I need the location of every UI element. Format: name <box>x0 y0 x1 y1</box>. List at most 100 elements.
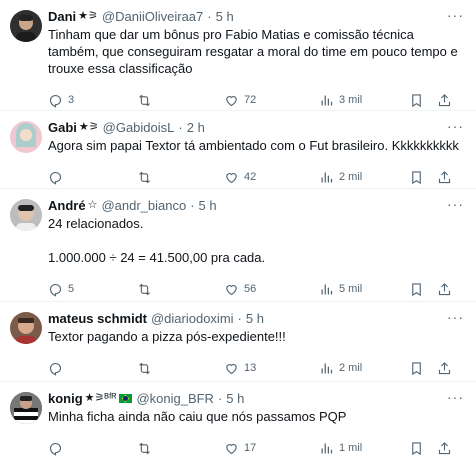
more-options-icon[interactable]: ··· <box>447 197 464 211</box>
bookmark-icon <box>412 361 421 375</box>
timestamp[interactable]: 5 h <box>246 310 264 327</box>
heart-icon <box>226 363 237 374</box>
like-button[interactable]: 42 <box>224 170 319 185</box>
display-name[interactable]: Gabi <box>48 119 77 136</box>
like-count: 56 <box>244 283 257 295</box>
avatar[interactable] <box>10 392 42 424</box>
bookmark-button[interactable] <box>409 170 437 185</box>
display-name[interactable]: mateus schmidt <box>48 310 147 327</box>
brazil-flag-icon <box>119 394 133 403</box>
like-count: 13 <box>244 362 257 374</box>
bookmark-icon <box>412 170 421 184</box>
timeline: Dani ★⚞ @DaniiOliveiraa7 · 5 h ··· Tinha… <box>0 0 476 473</box>
avatar[interactable] <box>10 199 42 231</box>
bookmark-button[interactable] <box>409 361 437 376</box>
retweet-icon <box>139 283 150 295</box>
tweet[interactable]: mateus schmidt @diariodoximi · 5 h ··· T… <box>0 302 476 382</box>
timestamp[interactable]: 5 h <box>216 8 234 25</box>
timestamp[interactable]: 2 h <box>187 119 205 136</box>
avatar[interactable] <box>10 10 42 42</box>
user-handle[interactable]: @GabidoisL <box>103 119 175 136</box>
share-icon <box>438 93 451 106</box>
retweet-button[interactable] <box>137 170 224 185</box>
heart-icon <box>226 172 237 183</box>
views-chart-icon <box>321 95 333 105</box>
share-button[interactable] <box>437 361 453 376</box>
retweet-button[interactable] <box>137 361 224 376</box>
reply-count: 5 <box>68 283 75 295</box>
tweet[interactable]: Dani ★⚞ @DaniiOliveiraa7 · 5 h ··· Tinha… <box>0 0 476 111</box>
more-options-icon[interactable]: ··· <box>447 310 464 324</box>
name-badge: ★⚞ <box>78 10 98 22</box>
heart-icon <box>226 284 237 295</box>
bookmark-button[interactable] <box>409 93 437 108</box>
avatar[interactable] <box>10 312 42 344</box>
views-chart-icon <box>321 443 333 453</box>
user-handle[interactable]: @diariodoximi <box>151 310 234 327</box>
avatar[interactable] <box>10 121 42 153</box>
views-chart-icon <box>321 172 333 182</box>
like-button[interactable]: 17 <box>224 441 319 456</box>
views-button[interactable]: 5 mil <box>319 282 409 297</box>
reply-icon <box>49 362 62 376</box>
reply-button[interactable] <box>48 170 137 185</box>
share-button[interactable] <box>437 170 453 185</box>
share-button[interactable] <box>437 93 453 108</box>
retweet-button[interactable] <box>137 93 224 108</box>
views-button[interactable]: 2 mil <box>319 170 409 185</box>
more-options-icon[interactable]: ··· <box>447 119 464 133</box>
tweet-text: Tinham que dar um bônus pro Fabio Matias… <box>48 27 462 76</box>
retweet-button[interactable] <box>137 441 224 456</box>
user-handle[interactable]: @konig_BFR <box>136 390 214 407</box>
retweet-button[interactable] <box>137 282 224 297</box>
display-name[interactable]: André <box>48 197 86 214</box>
tweet[interactable]: konig ★⚞ᴮᶠᴿ @konig_BFR · 5 h ··· Minha f… <box>0 382 476 473</box>
reply-icon <box>49 171 62 185</box>
more-options-icon[interactable]: ··· <box>447 8 464 22</box>
bookmark-button[interactable] <box>409 282 437 297</box>
views-button[interactable]: 1 mil <box>319 441 409 456</box>
reply-count: 3 <box>68 94 75 106</box>
views-chart-icon <box>321 363 333 373</box>
like-count: 17 <box>244 442 257 454</box>
bookmark-button[interactable] <box>409 441 437 456</box>
name-badge: ★⚞ᴮᶠᴿ <box>84 392 117 404</box>
reply-button[interactable]: 5 <box>48 282 137 297</box>
user-handle[interactable]: @DaniiOliveiraa7 <box>102 8 203 25</box>
separator-dot: · <box>178 120 183 135</box>
views-chart-icon <box>321 284 333 294</box>
user-handle[interactable]: @andr_bianco <box>101 197 186 214</box>
like-button[interactable]: 72 <box>224 93 319 108</box>
tweet-header: konig ★⚞ᴮᶠᴿ @konig_BFR · 5 h <box>48 390 460 407</box>
share-icon <box>438 361 451 374</box>
reply-button[interactable] <box>48 361 137 376</box>
action-bar: 13 2 mil <box>48 353 460 383</box>
retweet-icon <box>139 362 150 374</box>
share-button[interactable] <box>437 441 453 456</box>
tweet-header: Dani ★⚞ @DaniiOliveiraa7 · 5 h <box>48 8 460 25</box>
reply-button[interactable] <box>48 441 137 456</box>
share-button[interactable] <box>437 282 453 297</box>
share-icon <box>438 170 451 183</box>
tweet-header: André ☆ @andr_bianco · 5 h <box>48 197 460 214</box>
display-name[interactable]: Dani <box>48 8 76 25</box>
display-name[interactable]: konig <box>48 390 83 407</box>
reply-button[interactable]: 3 <box>48 93 137 108</box>
heart-icon <box>226 443 237 454</box>
separator-dot: · <box>237 311 242 326</box>
timestamp[interactable]: 5 h <box>199 197 217 214</box>
view-count: 3 mil <box>339 94 363 106</box>
like-button[interactable]: 13 <box>224 361 319 376</box>
views-button[interactable]: 3 mil <box>319 93 409 108</box>
tweet-text: Textor pagando a pizza pós-expediente!!! <box>48 329 286 344</box>
tweet[interactable]: André ☆ @andr_bianco · 5 h ··· 24 relaci… <box>0 189 476 302</box>
timestamp[interactable]: 5 h <box>226 390 244 407</box>
reply-icon <box>49 283 62 297</box>
views-button[interactable]: 2 mil <box>319 361 409 376</box>
more-options-icon[interactable]: ··· <box>447 390 464 404</box>
like-button[interactable]: 56 <box>224 282 319 297</box>
tweet[interactable]: Gabi ★⚞ @GabidoisL · 2 h ··· Agora sim p… <box>0 111 476 189</box>
action-bar: 42 2 mil <box>48 162 460 192</box>
name-badge: ☆ <box>87 199 98 211</box>
reply-icon <box>49 442 62 456</box>
